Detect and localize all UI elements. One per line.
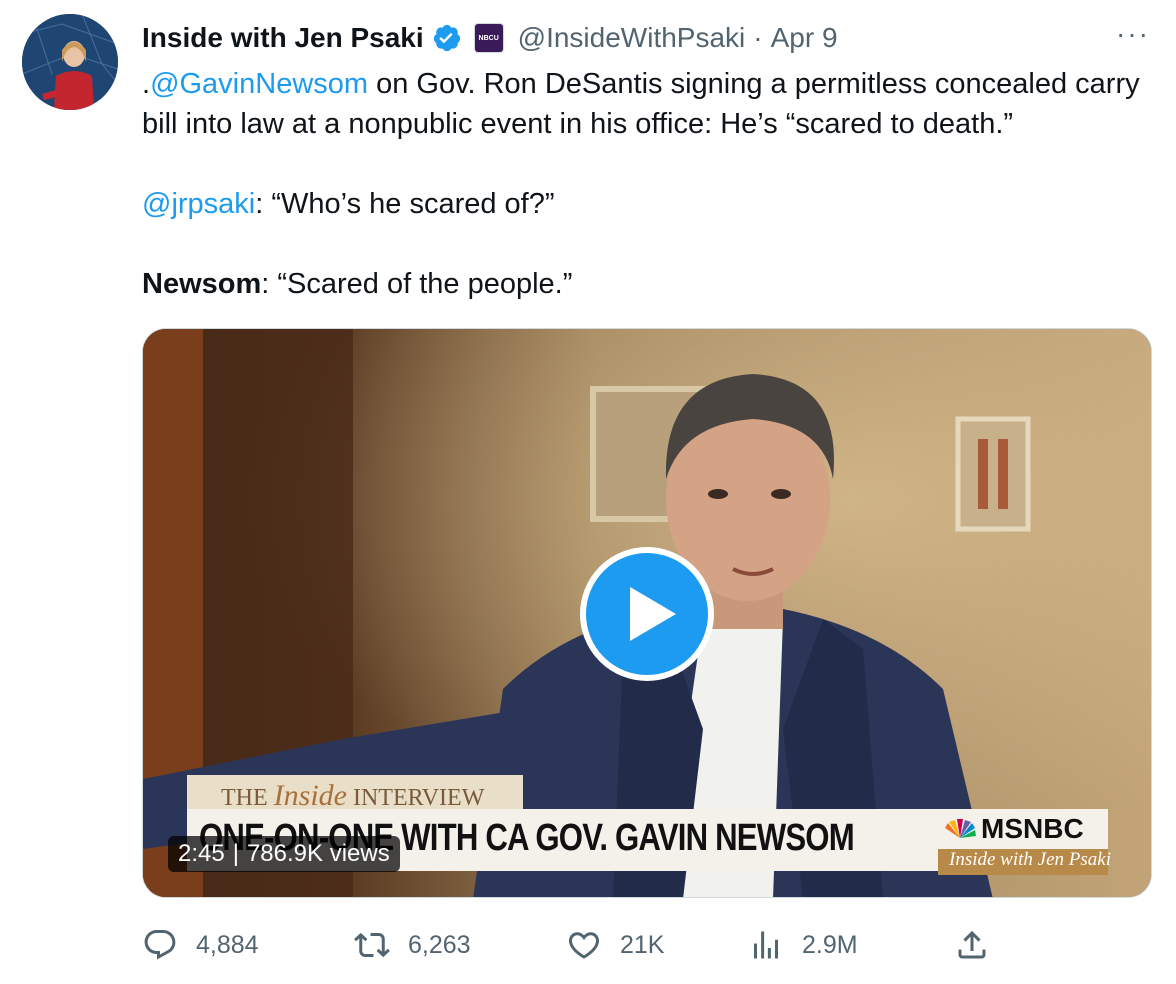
video-views: 786.9K views	[246, 840, 390, 867]
tweet-header: Inside with Jen Psaki NBCU @InsideWithPs…	[142, 16, 838, 60]
tweet-paragraph-1: .@GavinNewsom on Gov. Ron DeSantis signi…	[142, 64, 1152, 144]
share-button[interactable]	[954, 920, 1008, 970]
speaker-label: Newsom	[142, 268, 262, 300]
network-name: MSNBC	[981, 813, 1084, 844]
reply-icon	[144, 930, 176, 960]
text-prefix: .	[142, 68, 151, 100]
lower-third-inside: Inside	[273, 779, 347, 812]
lower-third-label: THE Inside INTERVIEW	[221, 779, 484, 813]
mention-jrpsaki[interactable]: @jrpsaki	[142, 188, 255, 220]
tweet-date[interactable]: Apr 9	[771, 22, 838, 54]
share-icon	[958, 930, 986, 959]
lower-third-interview: INTERVIEW	[346, 785, 485, 811]
play-icon	[630, 587, 676, 641]
video-info-badge: 2:45 | 786.9K views	[168, 836, 400, 872]
text-line2: : “Who’s he scared of?”	[255, 188, 555, 220]
like-icon	[568, 932, 600, 959]
retweet-button[interactable]: 6,263	[354, 920, 471, 970]
retweet-icon	[354, 932, 390, 958]
separator-dot: ·	[753, 22, 763, 53]
reply-count: 4,884	[196, 930, 259, 959]
play-button[interactable]	[580, 547, 714, 681]
like-button[interactable]: 21K	[566, 920, 664, 970]
avatar-image	[22, 14, 118, 110]
mention-gavinnewsom[interactable]: @GavinNewsom	[150, 68, 368, 100]
views-button[interactable]: 2.9M	[748, 920, 858, 970]
author-name[interactable]: Inside with Jen Psaki	[142, 22, 424, 54]
show-name: Inside with Jen Psaki	[949, 849, 1111, 870]
more-icon[interactable]: ···	[1116, 20, 1150, 48]
tweet-paragraph-3: Newsom: “Scared of the people.”	[142, 264, 1152, 304]
org-badge[interactable]: NBCU	[473, 23, 504, 53]
reply-button[interactable]: 4,884	[142, 920, 259, 970]
tweet: Inside with Jen Psaki NBCU @InsideWithPs…	[0, 0, 1176, 984]
video-duration: 2:45	[178, 840, 225, 867]
tweet-text: .@GavinNewsom on Gov. Ron DeSantis signi…	[142, 64, 1152, 304]
action-bar: 4,884 6,263 21K 2.9M	[142, 920, 1152, 970]
text-line3: : “Scared of the people.”	[261, 268, 573, 300]
video-info-separator: |	[232, 840, 239, 867]
views-count: 2.9M	[802, 930, 858, 959]
avatar[interactable]	[22, 14, 118, 110]
network-logo: MSNBC	[943, 813, 1084, 845]
peacock-icon	[943, 818, 977, 840]
author-handle[interactable]: @InsideWithPsaki	[518, 22, 746, 54]
like-count: 21K	[620, 930, 665, 959]
retweet-count: 6,263	[408, 930, 471, 959]
lower-third-the: THE	[221, 785, 274, 811]
views-icon	[754, 931, 778, 959]
tweet-paragraph-2: @jrpsaki: “Who’s he scared of?”	[142, 184, 1152, 224]
verified-badge-icon	[432, 23, 462, 53]
